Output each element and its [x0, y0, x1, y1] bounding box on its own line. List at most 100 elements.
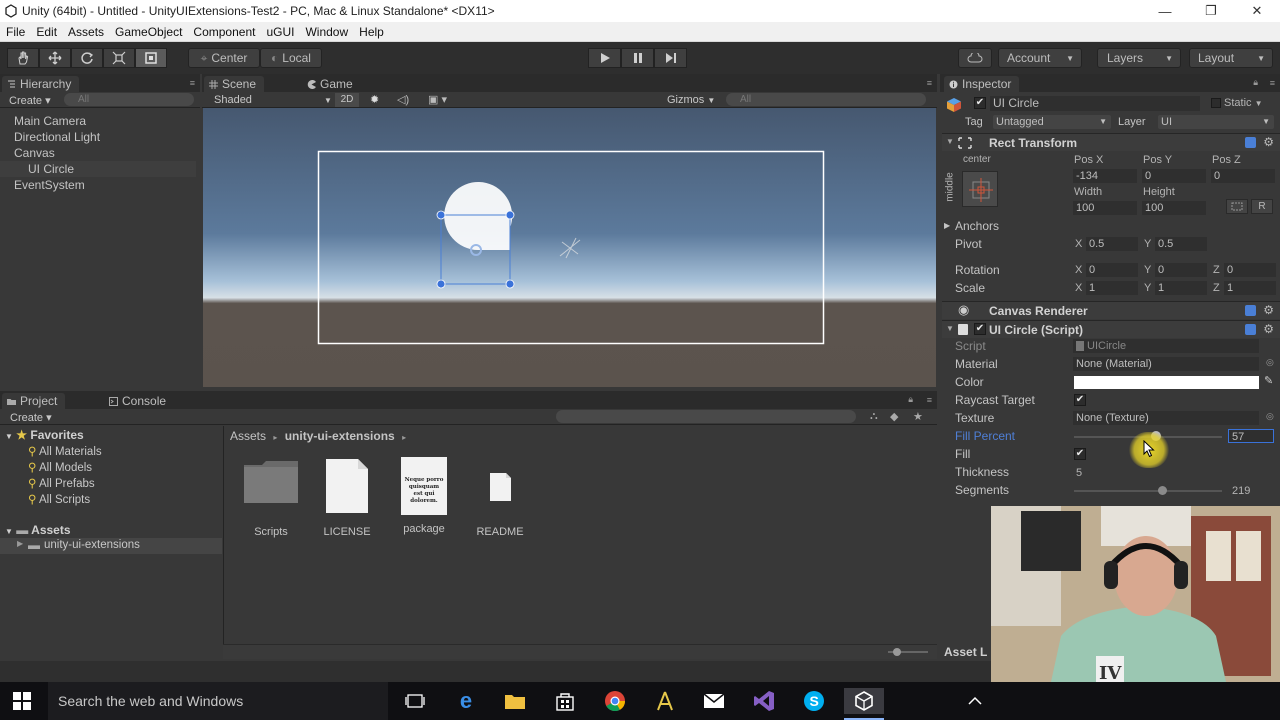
tab-inspector[interactable]: Inspector	[944, 76, 1020, 92]
hierarchy-item-canvas[interactable]: Canvas	[0, 145, 196, 161]
cloud-button[interactable]	[958, 48, 992, 68]
menu-edit[interactable]: Edit	[30, 25, 62, 39]
resize-handle-bottom-right[interactable]	[505, 279, 515, 289]
pivot-x-field[interactable]: 0.5	[1086, 237, 1138, 251]
hierarchy-item-ui-circle[interactable]: UI Circle	[0, 161, 196, 177]
start-button[interactable]	[2, 688, 42, 714]
hierarchy-item-directional-light[interactable]: Directional Light	[0, 129, 196, 145]
color-swatch[interactable]	[1074, 376, 1259, 389]
minimize-button[interactable]: —	[1142, 0, 1188, 22]
menu-gameobject[interactable]: GameObject	[109, 25, 187, 39]
asset-readme[interactable]: README	[462, 457, 538, 538]
static-checkbox[interactable]	[1211, 98, 1221, 109]
segments-value[interactable]: 219	[1232, 484, 1250, 498]
pivot-y-field[interactable]: 0.5	[1155, 237, 1207, 251]
maximize-button[interactable]: ❐	[1188, 0, 1234, 22]
segments-slider-track[interactable]	[1074, 490, 1222, 492]
file-explorer-button[interactable]	[495, 688, 535, 714]
asset-license[interactable]: LICENSE	[309, 457, 385, 538]
gear-icon[interactable]: ⚙	[1263, 322, 1274, 336]
favorite-all-prefabs[interactable]: ⚲ All Prefabs	[28, 476, 95, 490]
panel-menu-icon[interactable]: ≡	[927, 78, 932, 88]
hierarchy-search-input[interactable]: All	[64, 93, 194, 106]
pause-button[interactable]	[621, 48, 654, 68]
store-button[interactable]	[545, 688, 585, 714]
move-tool-button[interactable]	[39, 48, 71, 68]
favorite-all-models[interactable]: ⚲ All Models	[28, 460, 92, 474]
2d-mode-toggle[interactable]: 2D	[335, 93, 359, 107]
panel-menu-icon[interactable]: ≡	[1270, 78, 1275, 88]
chrome-button[interactable]	[595, 688, 635, 714]
pos-y-field[interactable]: 0	[1142, 169, 1206, 183]
scene-search-input[interactable]: All	[726, 93, 926, 106]
object-picker-icon[interactable]: ◎	[1266, 411, 1274, 422]
menu-component[interactable]: Component	[187, 25, 260, 39]
scale-tool-button[interactable]	[103, 48, 135, 68]
menu-window[interactable]: Window	[299, 25, 353, 39]
layout-dropdown[interactable]: Layout ▼	[1189, 48, 1273, 68]
foldout-arrow-icon[interactable]: ▼	[946, 324, 954, 333]
pos-x-field[interactable]: -134	[1073, 169, 1137, 183]
thickness-value[interactable]: 5	[1076, 466, 1082, 480]
anchor-presets-button[interactable]	[962, 171, 998, 207]
object-picker-icon[interactable]: ◎	[1266, 357, 1274, 368]
hierarchy-item-eventsystem[interactable]: EventSystem	[0, 177, 196, 193]
tab-hierarchy[interactable]: Hierarchy	[2, 76, 80, 92]
fill-checkbox[interactable]: ✔	[1074, 448, 1086, 460]
raycast-target-checkbox[interactable]: ✔	[1074, 394, 1086, 406]
visual-studio-button[interactable]	[744, 688, 784, 714]
width-field[interactable]: 100	[1073, 201, 1137, 215]
assets-header[interactable]: ▼ ▬ Assets	[5, 523, 71, 537]
gear-icon[interactable]: ⚙	[1263, 303, 1274, 317]
resize-handle-top-left[interactable]	[436, 210, 446, 220]
breadcrumb-assets[interactable]: Assets	[230, 429, 266, 443]
raw-edit-button[interactable]: R	[1251, 199, 1273, 214]
rect-tool-button[interactable]	[135, 48, 167, 68]
pivot-center-toggle[interactable]: ⌖ Center	[188, 48, 260, 68]
gear-icon[interactable]: ⚙	[1263, 135, 1274, 149]
segments-slider-thumb[interactable]	[1158, 486, 1167, 495]
object-active-checkbox[interactable]: ✔	[974, 97, 986, 109]
fill-percent-field[interactable]: 57	[1228, 429, 1274, 443]
project-split-divider[interactable]	[223, 426, 224, 658]
close-button[interactable]: ✕	[1234, 0, 1280, 22]
anchors-foldout[interactable]: ▶ Anchors	[944, 218, 999, 234]
show-hidden-icons-button[interactable]	[955, 688, 995, 714]
tab-scene[interactable]: Scene	[204, 76, 265, 92]
unity-taskbar-button[interactable]	[844, 688, 884, 714]
panel-menu-icon[interactable]: ≡	[190, 78, 195, 88]
pivot-local-toggle[interactable]: ◐ Local	[260, 48, 322, 68]
rotation-z-field[interactable]: 0	[1224, 263, 1276, 277]
component-enabled-checkbox[interactable]: ✔	[974, 323, 986, 335]
asset-package[interactable]: Neque porro quisquam est qui dolorem. pa…	[386, 457, 462, 535]
tag-dropdown[interactable]: Untagged ▼	[993, 115, 1111, 129]
layers-dropdown[interactable]: Layers ▼	[1097, 48, 1181, 68]
scene-effects-icon[interactable]: ▣ ▾	[428, 93, 447, 106]
help-book-icon[interactable]	[1245, 137, 1256, 148]
inkscape-button[interactable]	[645, 688, 685, 714]
hierarchy-item-main-camera[interactable]: Main Camera	[0, 113, 196, 129]
help-book-icon[interactable]	[1245, 305, 1256, 316]
skype-button[interactable]: S	[794, 688, 834, 714]
layer-dropdown[interactable]: UI ▼	[1158, 115, 1274, 129]
menu-file[interactable]: File	[0, 25, 30, 39]
filter-type-icon[interactable]: ⛬	[870, 410, 878, 423]
play-button[interactable]	[588, 48, 621, 68]
breadcrumb-folder[interactable]: unity-ui-extensions	[285, 429, 395, 443]
favorites-header[interactable]: ▼ ★ Favorites	[5, 428, 84, 442]
favorite-star-icon[interactable]: ★	[913, 410, 923, 423]
blueprint-mode-button[interactable]	[1226, 199, 1248, 214]
step-button[interactable]	[654, 48, 687, 68]
favorite-all-scripts[interactable]: ⚲ All Scripts	[28, 492, 90, 506]
account-dropdown[interactable]: Account ▼	[998, 48, 1082, 68]
rotate-tool-button[interactable]	[71, 48, 103, 68]
task-view-button[interactable]	[395, 688, 435, 714]
resize-handle-top-right[interactable]	[505, 210, 515, 220]
scene-lighting-icon[interactable]: ✹	[370, 93, 379, 106]
hierarchy-create-button[interactable]: Create ▾	[9, 94, 51, 107]
icon-size-slider-thumb[interactable]	[893, 648, 901, 656]
filter-label-icon[interactable]: ◆	[890, 410, 898, 423]
favorite-all-materials[interactable]: ⚲ All Materials	[28, 444, 102, 458]
mail-button[interactable]	[694, 688, 734, 714]
menu-help[interactable]: Help	[353, 25, 389, 39]
